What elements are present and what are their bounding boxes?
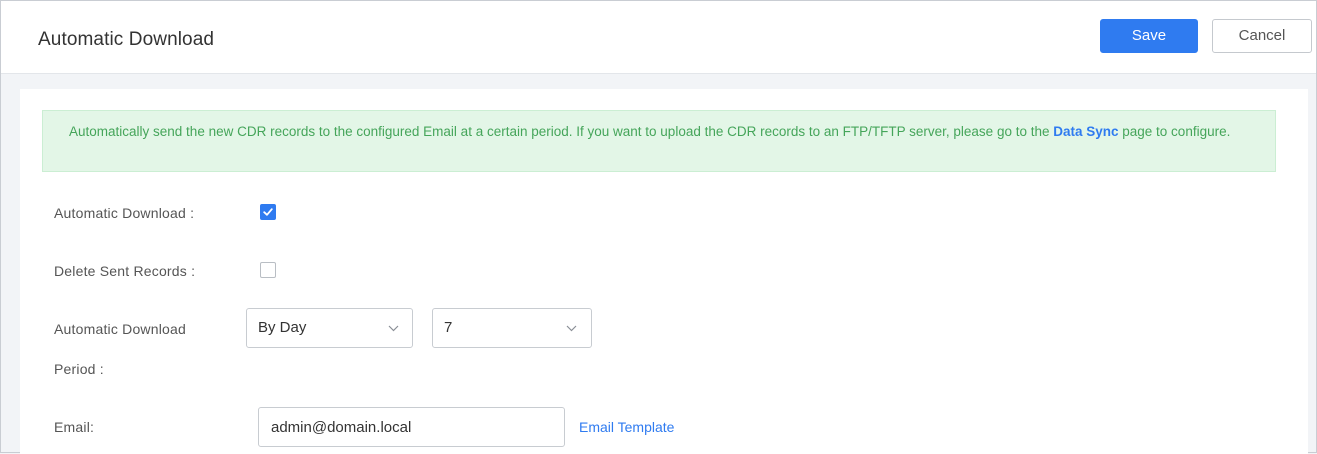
checkmark-icon xyxy=(263,208,273,216)
email-template-link[interactable]: Email Template xyxy=(579,419,674,435)
automatic-download-page: Automatic Download Save Cancel Automatic… xyxy=(0,0,1317,454)
data-sync-link[interactable]: Data Sync xyxy=(1053,124,1118,139)
period-count-select[interactable]: 7 xyxy=(432,308,592,348)
email-field[interactable]: admin@domain.local xyxy=(258,407,565,447)
period-label-line2: Period : xyxy=(54,361,104,377)
delete-sent-checkbox[interactable] xyxy=(260,262,276,278)
chevron-down-icon xyxy=(388,325,399,332)
auto-download-checkbox[interactable] xyxy=(260,204,276,220)
email-label: Email: xyxy=(54,419,95,435)
notice-text-before: Automatically send the new CDR records t… xyxy=(69,124,1054,139)
cancel-button[interactable]: Cancel xyxy=(1212,19,1312,53)
settings-panel: Automatically send the new CDR records t… xyxy=(20,89,1308,454)
auto-download-label: Automatic Download : xyxy=(54,205,195,221)
email-value: admin@domain.local xyxy=(271,419,412,436)
period-unit-value: By Day xyxy=(258,319,307,336)
delete-sent-label: Delete Sent Records : xyxy=(54,263,196,279)
period-label-line1: Automatic Download xyxy=(54,321,186,337)
page-header: Automatic Download Save Cancel xyxy=(1,1,1316,74)
page-title: Automatic Download xyxy=(38,29,215,50)
info-notice: Automatically send the new CDR records t… xyxy=(42,110,1276,172)
period-unit-select[interactable]: By Day xyxy=(246,308,413,348)
chevron-down-icon xyxy=(566,325,577,332)
notice-text-after: page to configure. xyxy=(1118,124,1231,139)
period-count-value: 7 xyxy=(444,319,453,336)
save-button[interactable]: Save xyxy=(1100,19,1198,53)
